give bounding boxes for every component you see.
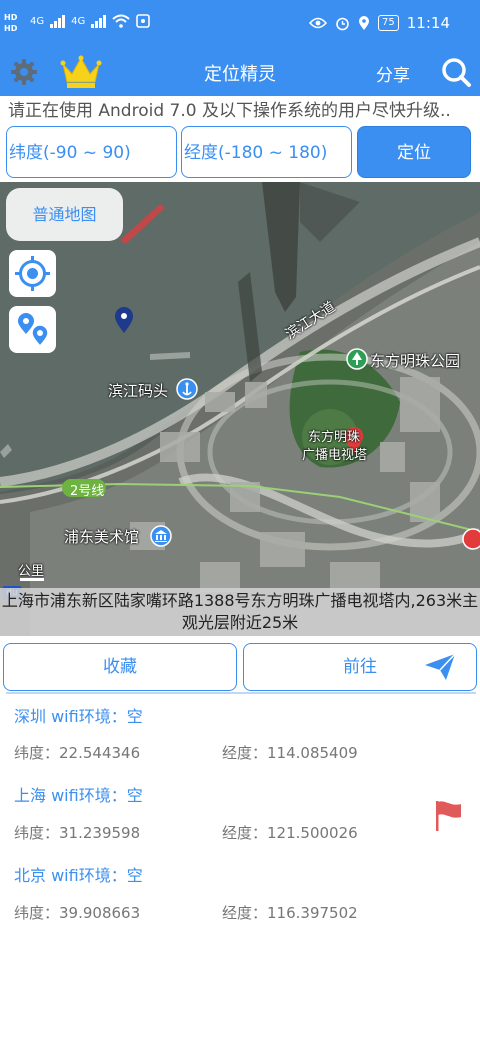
metro-line-label: 2号线 (70, 484, 105, 499)
park-icon (346, 348, 368, 370)
share-button[interactable]: 分享 (376, 61, 410, 86)
blue-map-pin[interactable] (114, 306, 134, 334)
latitude-field-box (6, 126, 177, 178)
locate-icon (15, 256, 50, 291)
anchor-icon (176, 378, 198, 400)
app-bar: 定位精灵 分享 (0, 50, 480, 96)
goto-label: 前往 (343, 657, 377, 677)
poi-art-museum[interactable]: 浦东美术馆 (64, 526, 139, 547)
map-view[interactable]: 普通地图 滨江大道 东方明珠公园 滨江码头 东方明珠 广播电视塔 2号线 浦东美… (0, 182, 480, 636)
poi-tv-tower-line1[interactable]: 东方明珠 (308, 426, 360, 445)
preset-lng-shenzhen: 经度：114.085409 (222, 744, 358, 762)
signal-icon (50, 14, 66, 28)
search-icon[interactable] (440, 56, 472, 88)
notice-marquee: 请正在使用 Android 7.0 及以下操作系统的用户尽快升级.. (0, 96, 480, 126)
clock: 11:14 (406, 14, 450, 32)
preset-title-shenzhen[interactable]: 深圳 wifi环境：空 (14, 703, 143, 727)
preset-lat-shenzhen: 纬度：22.544346 (14, 744, 141, 762)
preset-title-beijing[interactable]: 北京 wifi环境：空 (14, 862, 143, 886)
signal-icon-2 (91, 14, 107, 28)
hd-indicator: HD HD (4, 13, 18, 33)
wifi-icon (112, 14, 130, 28)
address-display: 上海市浦东新区陆家嘴环路1388号东方明珠广播电视塔内,263米主观光层附近25… (0, 588, 480, 636)
signal-group: 4G 4G (30, 14, 151, 28)
alarm-icon (336, 17, 349, 30)
preset-title-shanghai[interactable]: 上海 wifi环境：空 (14, 782, 143, 806)
send-icon (425, 653, 456, 680)
museum-icon (150, 525, 172, 547)
divider (6, 692, 476, 694)
locate-button[interactable]: 定位 (357, 126, 471, 178)
poi-tv-tower-line2[interactable]: 广播电视塔 (302, 444, 367, 463)
poi-binjiang-pier[interactable]: 滨江码头 (108, 380, 168, 401)
flag-icon[interactable] (433, 799, 463, 833)
status-right: 75 11:14 (309, 14, 450, 32)
preset-lat-shanghai: 纬度：31.239598 (14, 824, 141, 842)
preset-lng-shanghai: 经度：121.500026 (222, 824, 358, 842)
route-button[interactable] (9, 306, 56, 353)
scale-label: 公里 (18, 564, 45, 579)
preset-lng-beijing: 经度：116.397502 (222, 904, 358, 922)
poi-oriental-pearl-park[interactable]: 东方明珠公园 (370, 350, 460, 371)
metro-station-icon (462, 528, 480, 550)
map-type-button[interactable]: 普通地图 (6, 188, 123, 241)
coordinate-input-row: 定位 (0, 126, 480, 182)
latitude-input[interactable] (9, 128, 176, 178)
goto-button[interactable]: 前往 (243, 643, 477, 691)
nfc-icon (136, 14, 151, 28)
preset-lat-beijing: 纬度：39.908663 (14, 904, 141, 922)
longitude-input[interactable] (184, 128, 351, 178)
network-type-2: 4G (71, 15, 86, 27)
favorite-button[interactable]: 收藏 (3, 643, 237, 691)
satellite-map-image (0, 182, 480, 636)
eye-icon (309, 17, 328, 29)
scale-bar (20, 578, 44, 581)
location-status-icon (359, 15, 370, 30)
route-icon (18, 313, 49, 348)
longitude-field-box (181, 126, 352, 178)
status-bar: HD HD 4G 4G 75 11:14 (0, 0, 480, 50)
my-location-button[interactable] (9, 250, 56, 297)
network-type-1: 4G (30, 15, 45, 27)
battery-indicator: 75 (378, 15, 399, 31)
